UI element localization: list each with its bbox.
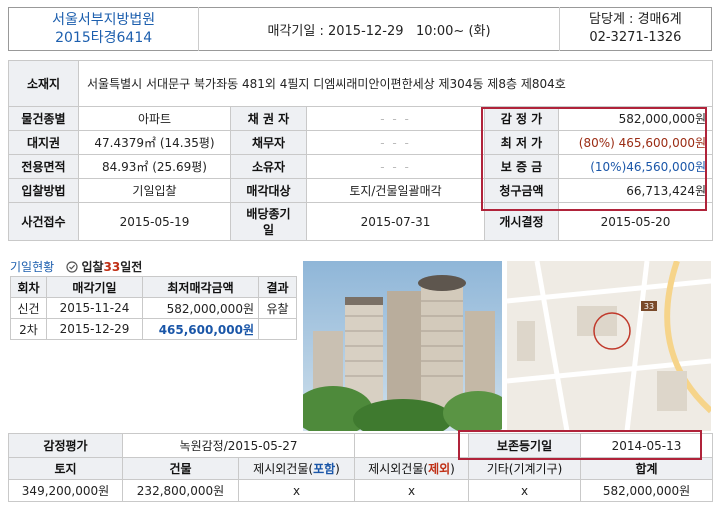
history-result: [258, 318, 297, 340]
etc-value: x: [468, 479, 582, 502]
history-header-round: 회차: [10, 276, 47, 298]
bid-method-value: 기일입찰: [78, 178, 231, 203]
court-name: 서울서부지방법원: [52, 12, 156, 28]
dday-suffix: 일전: [120, 260, 143, 274]
location-value: 서울특별시 서대문구 북가좌동 481외 4필지 디엠씨래미안이편한세상 제30…: [77, 60, 714, 107]
area-label: 전용면적: [8, 154, 79, 179]
history-price: 465,600,000원: [142, 318, 259, 340]
history-date: 2015-12-29: [46, 318, 143, 340]
officer: 경매6계: [637, 12, 682, 27]
sale-target-label: 매각대상: [230, 178, 307, 203]
owner-label: 소유자: [230, 154, 307, 179]
etc-header: 기타(기계기구): [468, 457, 582, 480]
price-highlight-box: [481, 107, 707, 211]
history-title-row: 기일현황 입찰33일전: [10, 258, 142, 275]
preserve-highlight-box: [458, 430, 702, 460]
dday-prefix: 입찰: [81, 260, 104, 274]
history-header-price: 최저매각금액: [142, 276, 259, 298]
table-row: 2차 2015-12-29 465,600,000원: [10, 318, 297, 340]
history-table: 회차 매각기일 최저매각금액 결과 신건 2015-11-24 582,000,…: [10, 276, 297, 340]
history-round: 신건: [10, 297, 47, 319]
building-header: 건물: [122, 457, 239, 480]
creditor-value: - - -: [306, 106, 485, 131]
dividend-deadline-label: 배당종기일: [230, 202, 307, 241]
debtor-label: 채무자: [230, 130, 307, 155]
auction-date: 2015-12-29: [327, 23, 404, 39]
officer-phone: 02-3271-1326: [589, 30, 682, 45]
case-received-label: 사건접수: [8, 202, 79, 241]
dday-number: 33: [103, 260, 121, 274]
land-value: 47.4379㎡ (14.35평): [78, 130, 231, 155]
history-price: 582,000,000원: [142, 297, 259, 319]
dividend-deadline-value: 2015-07-31: [306, 202, 485, 241]
excl-out-value: x: [354, 479, 470, 502]
history-result: 유찰: [258, 297, 297, 319]
case-header: 서울서부지방법원 2015타경6414 매각기일 : 2015-12-29 10…: [8, 7, 712, 51]
total-value: 582,000,000원: [580, 479, 714, 502]
auction-date-label: 매각기일: [267, 23, 316, 39]
map-badge: 33: [644, 302, 654, 311]
excl-in-value: x: [237, 479, 356, 502]
auction-date-cell: 매각기일 : 2015-12-29 10:00~ (화): [198, 7, 560, 51]
history-header-date: 매각기일: [46, 276, 143, 298]
case-number: 2015타경6414: [55, 30, 153, 46]
land-header: 토지: [8, 457, 123, 480]
appraisal-detail-label: 감정평가: [8, 433, 123, 458]
bid-method-label: 입찰방법: [8, 178, 79, 203]
type-label: 물건종별: [8, 106, 79, 131]
table-row: 신건 2015-11-24 582,000,000원 유찰: [10, 297, 297, 319]
total-header: 합계: [580, 457, 714, 480]
owner-value: - - -: [306, 154, 485, 179]
type-value: 아파트: [78, 106, 231, 131]
case-received-value: 2015-05-19: [78, 202, 231, 241]
debtor-value: - - -: [306, 130, 485, 155]
officer-cell: 담당계 : 경매6계 02-3271-1326: [559, 8, 711, 51]
history-round: 2차: [10, 318, 47, 340]
excl-out-header: 제시외건물(제외): [354, 457, 470, 480]
building-photo[interactable]: [303, 261, 502, 431]
sale-target-value: 토지/건물일괄매각: [306, 178, 485, 203]
land-value: 349,200,000원: [8, 479, 123, 502]
officer-label: 담당계: [589, 12, 625, 27]
area-value: 84.93㎡ (25.69평): [78, 154, 231, 179]
land-label: 대지권: [8, 130, 79, 155]
clock-icon: [66, 260, 78, 274]
building-value: 232,800,000원: [122, 479, 239, 502]
location-label: 소재지: [8, 60, 79, 107]
auction-time: 10:00~ (화): [415, 23, 491, 39]
location-map[interactable]: 33: [507, 261, 711, 431]
creditor-label: 채 권 자: [230, 106, 307, 131]
history-title: 기일현황: [10, 260, 55, 274]
appraisal-detail-value: 녹원감정/2015-05-27: [121, 433, 356, 458]
court-cell: 서울서부지방법원 2015타경6414: [8, 7, 200, 51]
history-header-result: 결과: [258, 276, 297, 298]
history-date: 2015-11-24: [46, 297, 143, 319]
excl-in-header: 제시외건물(포함): [237, 457, 356, 480]
